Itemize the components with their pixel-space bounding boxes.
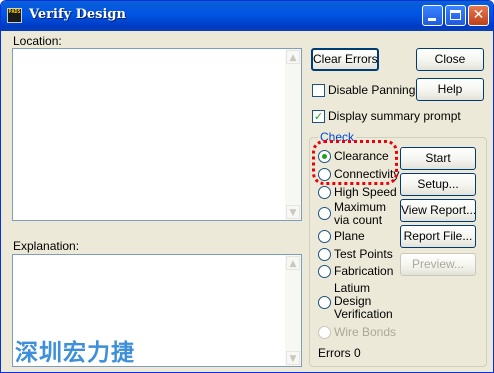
high-speed-label: High Speed — [334, 185, 397, 199]
explanation-label: Explanation: — [13, 239, 80, 253]
minimize-button[interactable] — [422, 5, 443, 26]
verify-design-dialog: PADS Verify Design ✕ Location: ▲ ▼ Expla… — [0, 0, 494, 373]
disable-panning-label: Disable Panning — [328, 83, 416, 97]
setup-button[interactable]: Setup... — [400, 173, 476, 196]
display-summary-label: Display summary prompt — [328, 109, 461, 123]
explanation-scrollbar[interactable]: ▲ ▼ — [285, 255, 301, 366]
annotation-highlight — [312, 140, 398, 185]
wire-bonds-label: Wire Bonds — [334, 325, 397, 339]
close-button[interactable]: Close — [416, 48, 484, 71]
latium-design-verification-radio[interactable] — [318, 296, 331, 309]
window-title: Verify Design — [29, 7, 126, 22]
close-window-button[interactable]: ✕ — [468, 5, 489, 26]
location-label: Location: — [13, 34, 62, 48]
preview-button[interactable]: Preview... — [400, 253, 476, 276]
scroll-up-icon[interactable]: ▲ — [286, 50, 300, 64]
test-points-radio[interactable] — [318, 248, 331, 261]
start-button[interactable]: Start — [400, 147, 476, 170]
maximum-via-count-label: Maximum via count — [334, 200, 387, 227]
display-summary-checkbox[interactable]: ✓ — [312, 110, 325, 123]
fabrication-radio[interactable] — [318, 265, 331, 278]
latium-design-verification-label: Latium Design Verification — [334, 281, 393, 321]
errors-count: 0 — [354, 346, 361, 360]
maximum-via-count-radio[interactable] — [318, 207, 331, 220]
title-bar[interactable]: PADS Verify Design ✕ — [1, 1, 493, 31]
help-button[interactable]: Help — [416, 78, 484, 101]
wire-bonds-radio[interactable] — [318, 326, 331, 339]
minimize-icon — [428, 18, 436, 21]
close-icon: ✕ — [472, 7, 485, 23]
pads-app-icon: PADS — [7, 8, 22, 23]
high-speed-radio[interactable] — [318, 186, 331, 199]
scroll-up-icon[interactable]: ▲ — [286, 256, 300, 270]
scroll-down-icon[interactable]: ▼ — [286, 351, 300, 365]
disable-panning-checkbox[interactable] — [312, 84, 325, 97]
scroll-down-icon[interactable]: ▼ — [286, 205, 300, 219]
fabrication-label: Fabrication — [334, 264, 394, 278]
watermark-text: 深圳宏力捷 — [15, 340, 135, 366]
maximize-icon — [450, 10, 461, 20]
plane-label: Plane — [334, 229, 365, 243]
location-scrollbar[interactable]: ▲ ▼ — [285, 49, 301, 220]
plane-radio[interactable] — [318, 230, 331, 243]
maximize-button[interactable] — [445, 5, 466, 26]
clear-errors-button[interactable]: Clear Errors — [311, 48, 379, 71]
test-points-label: Test Points — [334, 247, 393, 261]
errors-label: Errors — [318, 346, 351, 360]
view-report-button[interactable]: View Report... — [400, 199, 476, 222]
location-textarea[interactable]: ▲ ▼ — [12, 48, 302, 221]
report-file-button[interactable]: Report File... — [400, 225, 476, 248]
